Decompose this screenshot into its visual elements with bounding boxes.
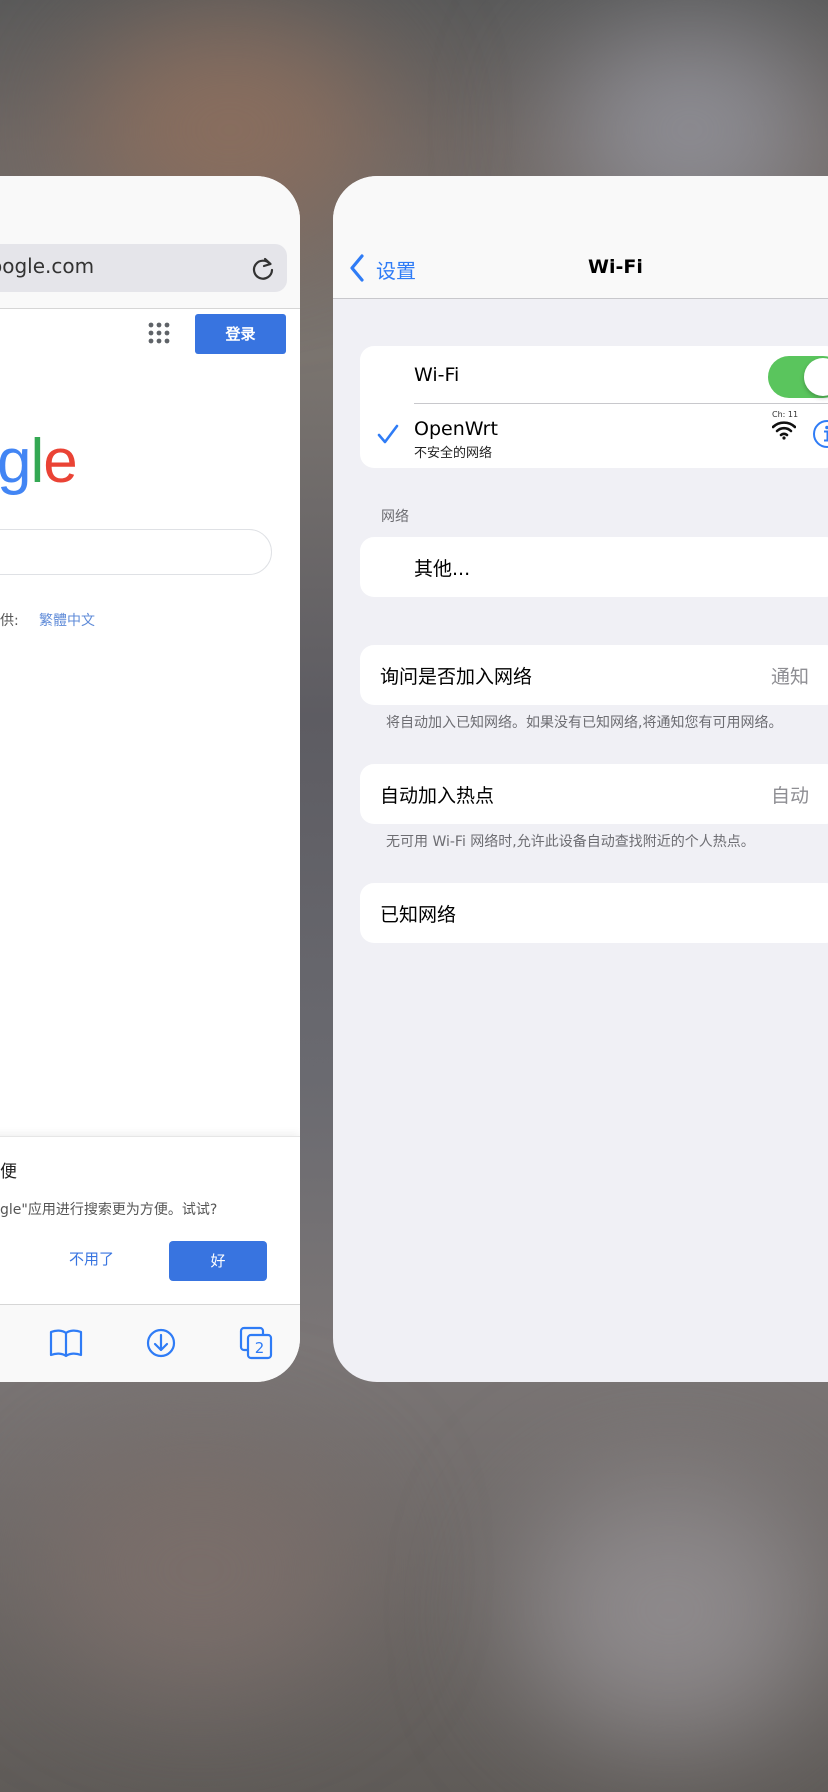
auto-join-hotspot-row[interactable]: 自动加入热点 自动 xyxy=(360,764,828,824)
ask-to-join-value: 通知 xyxy=(771,666,810,688)
download-icon[interactable] xyxy=(143,1325,179,1361)
safari-toolbar: 2 xyxy=(0,1304,300,1382)
wifi-signal-icon xyxy=(772,421,796,440)
logo-letter: l xyxy=(30,427,44,496)
tabs-count: 2 xyxy=(255,1339,265,1357)
wallpaper-blur xyxy=(40,1450,360,1690)
ask-to-join-row[interactable]: 询问是否加入网络 通知 xyxy=(360,645,828,705)
other-network-label: 其他... xyxy=(414,558,471,580)
toggle-knob xyxy=(804,358,828,396)
bookmarks-icon[interactable] xyxy=(48,1325,84,1361)
auto-join-hotspot-label: 自动加入热点 xyxy=(380,785,495,807)
row-divider xyxy=(414,403,828,404)
promo-dismiss-button[interactable]: 不用了 xyxy=(69,1248,114,1269)
login-button[interactable]: 登录 xyxy=(195,314,286,354)
promo-accept-button[interactable]: 好 xyxy=(169,1241,267,1281)
wifi-toggle[interactable] xyxy=(768,356,828,398)
google-apps-icon[interactable] xyxy=(148,322,170,344)
info-icon[interactable] xyxy=(812,419,828,449)
checkmark-icon xyxy=(377,424,399,444)
url-text: oogle.com xyxy=(0,254,95,278)
wallpaper-blur xyxy=(520,1480,820,1740)
language-link-traditional-chinese[interactable]: 繁體中文 xyxy=(39,610,95,630)
settings-app-card[interactable]: 设置 Wi-Fi Wi-Fi OpenWrt 不安全的网络 Ch: 11 网络 … xyxy=(333,176,828,1382)
known-networks-label: 已知网络 xyxy=(380,904,457,926)
safari-app-card[interactable]: oogle.com 登录 oogle 供: 繁體中文 便 gle"应用进行搜索更… xyxy=(0,176,300,1382)
logo-letter: g xyxy=(0,427,31,496)
language-offered-label: 供: xyxy=(0,613,19,629)
auto-join-hotspot-footer: 无可用 Wi-Fi 网络时,允许此设备自动查找附近的个人热点。 xyxy=(386,834,755,850)
channel-label: Ch: 11 xyxy=(772,410,799,419)
promo-text: gle"应用进行搜索更为方便。试试? xyxy=(0,1202,218,1218)
current-network-name[interactable]: OpenWrt xyxy=(414,418,498,440)
networks-section-header: 网络 xyxy=(381,509,409,525)
back-chevron-icon[interactable] xyxy=(349,254,365,282)
back-button[interactable]: 设置 xyxy=(376,255,416,284)
other-network-row[interactable]: 其他... xyxy=(360,537,828,597)
known-networks-row[interactable]: 已知网络 xyxy=(360,883,828,943)
logo-letter: e xyxy=(43,427,77,496)
safari-top-bar: oogle.com xyxy=(0,176,300,309)
promo-title: 便 xyxy=(0,1162,17,1182)
auto-join-hotspot-value: 自动 xyxy=(771,785,810,807)
tabs-icon[interactable]: 2 xyxy=(238,1325,274,1361)
google-search-input[interactable] xyxy=(0,529,272,575)
wifi-row-label: Wi-Fi xyxy=(414,364,460,386)
reload-icon[interactable] xyxy=(249,254,277,282)
network-security-status: 不安全的网络 xyxy=(414,446,493,461)
ask-to-join-label: 询问是否加入网络 xyxy=(380,666,533,688)
ask-to-join-footer: 将自动加入已知网络。如果没有已知网络,将通知您有可用网络。 xyxy=(386,715,783,731)
navigation-bar: 设置 Wi-Fi xyxy=(333,176,828,299)
wifi-group: Wi-Fi OpenWrt 不安全的网络 Ch: 11 xyxy=(360,346,828,468)
address-bar[interactable]: oogle.com xyxy=(0,244,287,292)
app-promo-banner: 便 gle"应用进行搜索更为方便。试试? 不用了 好 xyxy=(0,1136,300,1305)
google-logo: oogle xyxy=(0,426,78,497)
page-title: Wi-Fi xyxy=(588,256,643,278)
